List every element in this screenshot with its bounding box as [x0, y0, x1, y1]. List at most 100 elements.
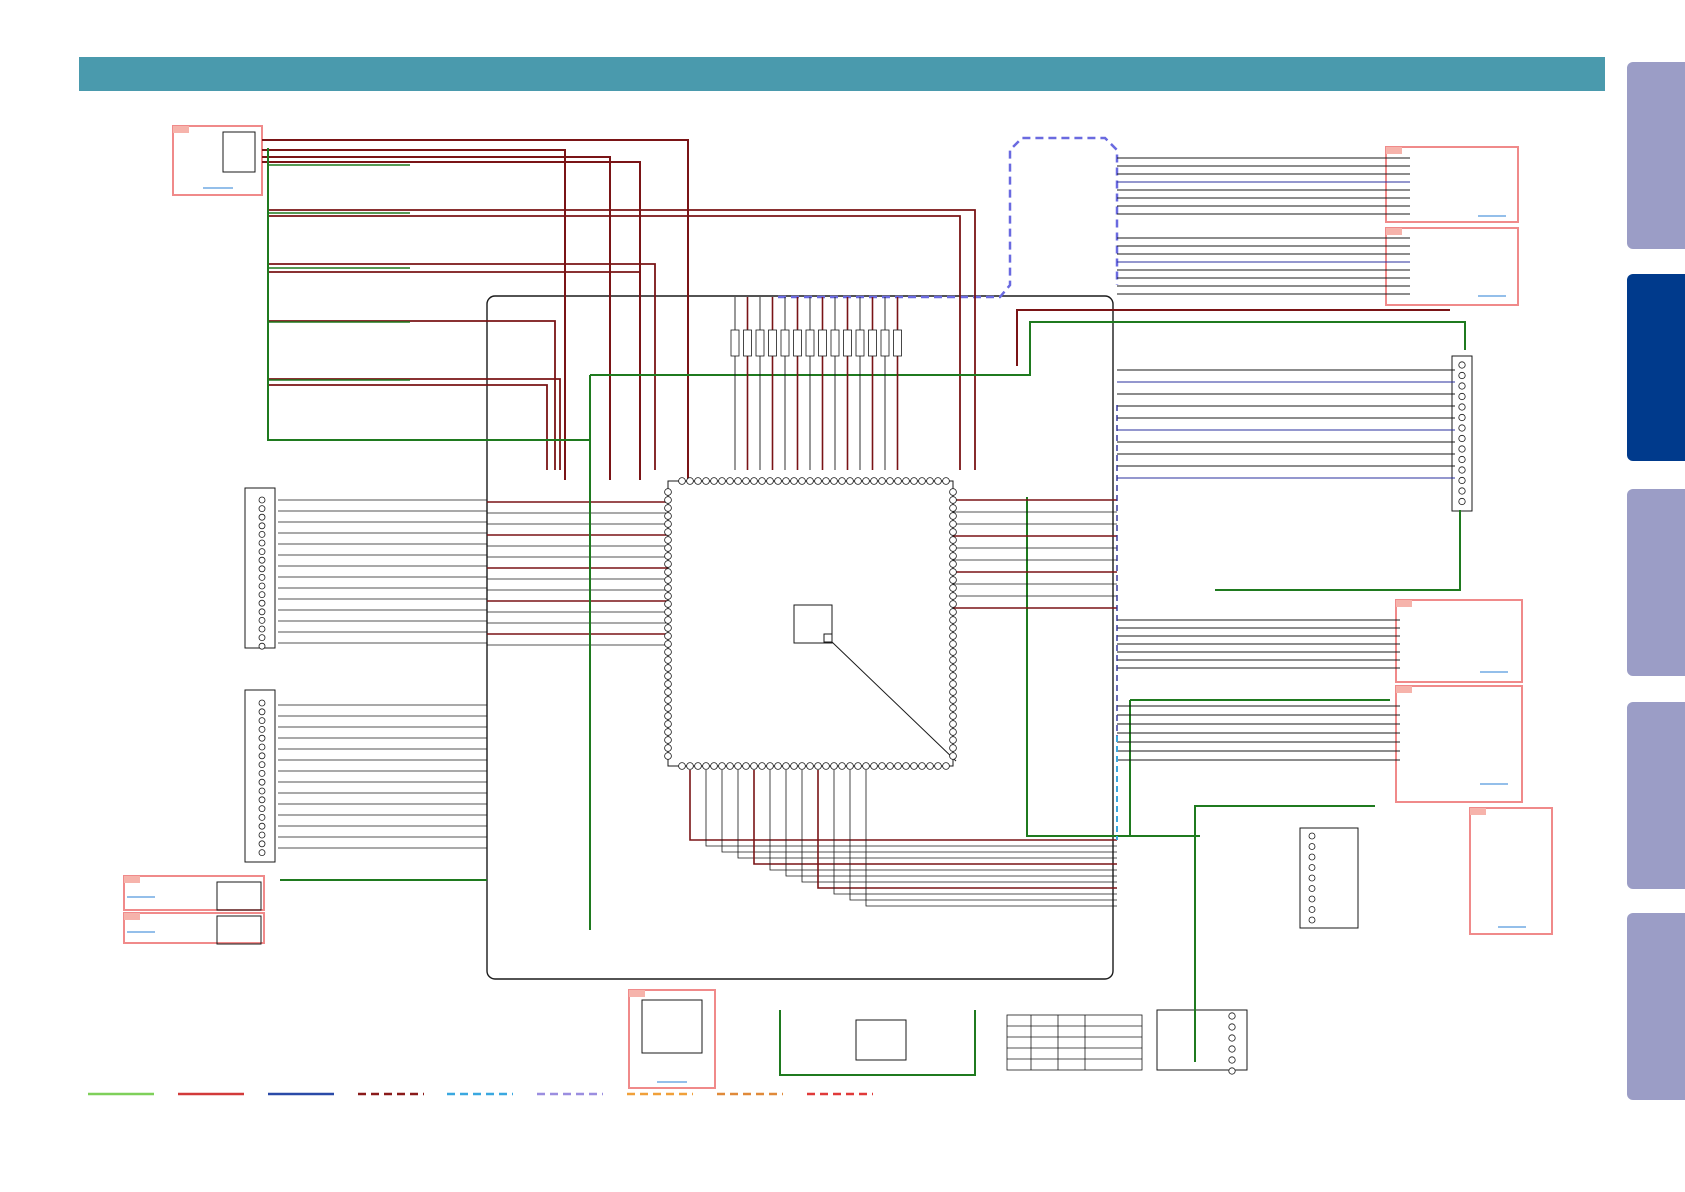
ic-pin — [1308, 832, 1316, 840]
ic-pin-bottom — [718, 762, 726, 770]
ic-pin-top — [758, 477, 766, 485]
connector-pin — [1458, 487, 1466, 495]
connector-pin — [258, 565, 266, 573]
ic-pin-right — [949, 704, 957, 712]
ic-pin-right — [949, 736, 957, 744]
wire-red-top — [1016, 309, 1450, 366]
ic-pin-right — [949, 536, 957, 544]
wire-red — [268, 320, 556, 470]
side-tab-strip — [1627, 62, 1685, 1102]
ic-pin-right — [949, 720, 957, 728]
ic-pin-right — [949, 584, 957, 592]
connector-pin — [1228, 1067, 1236, 1075]
ic-pin-bottom — [782, 762, 790, 770]
ic-pin-left — [664, 512, 672, 520]
ic-pin-bottom — [686, 762, 694, 770]
connector-pin — [258, 599, 266, 607]
ic-pin-bottom — [846, 762, 854, 770]
connector-pin — [258, 625, 266, 633]
ic-pin — [1308, 864, 1316, 871]
ic-pin-bottom — [758, 762, 766, 770]
side-tab-5[interactable] — [1627, 913, 1685, 1100]
ic-pin-bottom — [942, 762, 950, 770]
wire — [753, 770, 1117, 865]
ic-pin-left — [664, 728, 672, 736]
connector-pin — [1458, 434, 1466, 443]
ic-pin-bottom — [854, 762, 862, 770]
wire — [705, 770, 1117, 847]
ic-pin-left — [664, 736, 672, 744]
ic-pin-top — [854, 477, 862, 485]
wire-red — [262, 139, 689, 480]
connector-pin — [258, 513, 266, 521]
ic-pin-right — [949, 728, 957, 736]
connector-pin — [1458, 445, 1466, 453]
ic-pin — [1308, 874, 1316, 882]
ic-pin-top — [718, 477, 726, 485]
ic-pin-top — [694, 477, 702, 485]
main-ic-body — [667, 480, 954, 767]
ic-pin-bottom — [694, 762, 702, 770]
ic-pin-bottom — [862, 762, 870, 770]
ic-pin-right — [949, 632, 957, 640]
resistor — [730, 329, 740, 357]
ic-pin-left — [664, 552, 672, 560]
resistor — [830, 329, 840, 357]
connector-pin — [1228, 1034, 1236, 1042]
side-tab-2[interactable] — [1627, 274, 1685, 461]
connector-pin — [1458, 371, 1466, 380]
connector-pin — [258, 796, 266, 804]
connector-pin — [258, 708, 266, 716]
wire-green — [1194, 805, 1375, 1062]
connector-pin — [258, 849, 266, 856]
ic-pin-bottom — [702, 762, 710, 770]
ic-pin-top — [678, 477, 686, 485]
connector-pin — [258, 591, 266, 598]
connector-pin — [1458, 392, 1466, 401]
ic-pin-right — [949, 544, 957, 552]
ic-pin — [1308, 843, 1316, 850]
connector-pin — [258, 743, 266, 751]
ic-pin-bottom — [750, 762, 758, 770]
ic-pin-bottom — [886, 762, 894, 770]
ic-pin-right — [949, 696, 957, 704]
resistor — [843, 329, 852, 357]
ic-pin-right — [949, 568, 957, 576]
ic-pin-bottom — [838, 762, 846, 770]
ic-pin-left — [664, 568, 672, 576]
connector-pin — [258, 761, 266, 768]
resistor — [868, 329, 877, 357]
ic-pins-layer — [258, 361, 1466, 1075]
side-tab-4[interactable] — [1627, 702, 1685, 889]
side-tab-3[interactable] — [1627, 489, 1685, 676]
side-tab-1[interactable] — [1627, 62, 1685, 249]
ic-pin-right — [949, 688, 957, 696]
ic-pin-top — [926, 477, 934, 485]
ic-pin-bottom — [710, 762, 718, 770]
resistor — [755, 329, 765, 357]
ic-pin-right — [949, 512, 957, 520]
connector-pin — [258, 539, 266, 547]
resistor — [805, 329, 815, 357]
ic-pin-left — [664, 536, 672, 544]
connector-pin — [1228, 1056, 1236, 1064]
ic-pin-left — [664, 744, 672, 752]
ic-pin-left — [664, 704, 672, 712]
ic-pin-bottom — [790, 762, 798, 770]
connector-pin — [258, 617, 266, 624]
wire — [785, 770, 1117, 877]
ic-pin-bottom — [934, 762, 942, 770]
ic-pin-right — [949, 752, 957, 760]
resistor — [893, 329, 902, 357]
connector-pin — [258, 699, 266, 707]
ic-pin-left — [664, 528, 672, 536]
ic-pin-left — [664, 752, 672, 760]
resistor — [743, 329, 752, 357]
connector-pin — [258, 522, 266, 530]
connector-pin — [1228, 1045, 1236, 1053]
ic-pin-right — [949, 664, 957, 672]
wire-green — [1215, 510, 1461, 591]
ic-pin-left — [664, 488, 672, 496]
ic-pin-right — [949, 656, 957, 664]
connector-pin — [258, 778, 266, 786]
